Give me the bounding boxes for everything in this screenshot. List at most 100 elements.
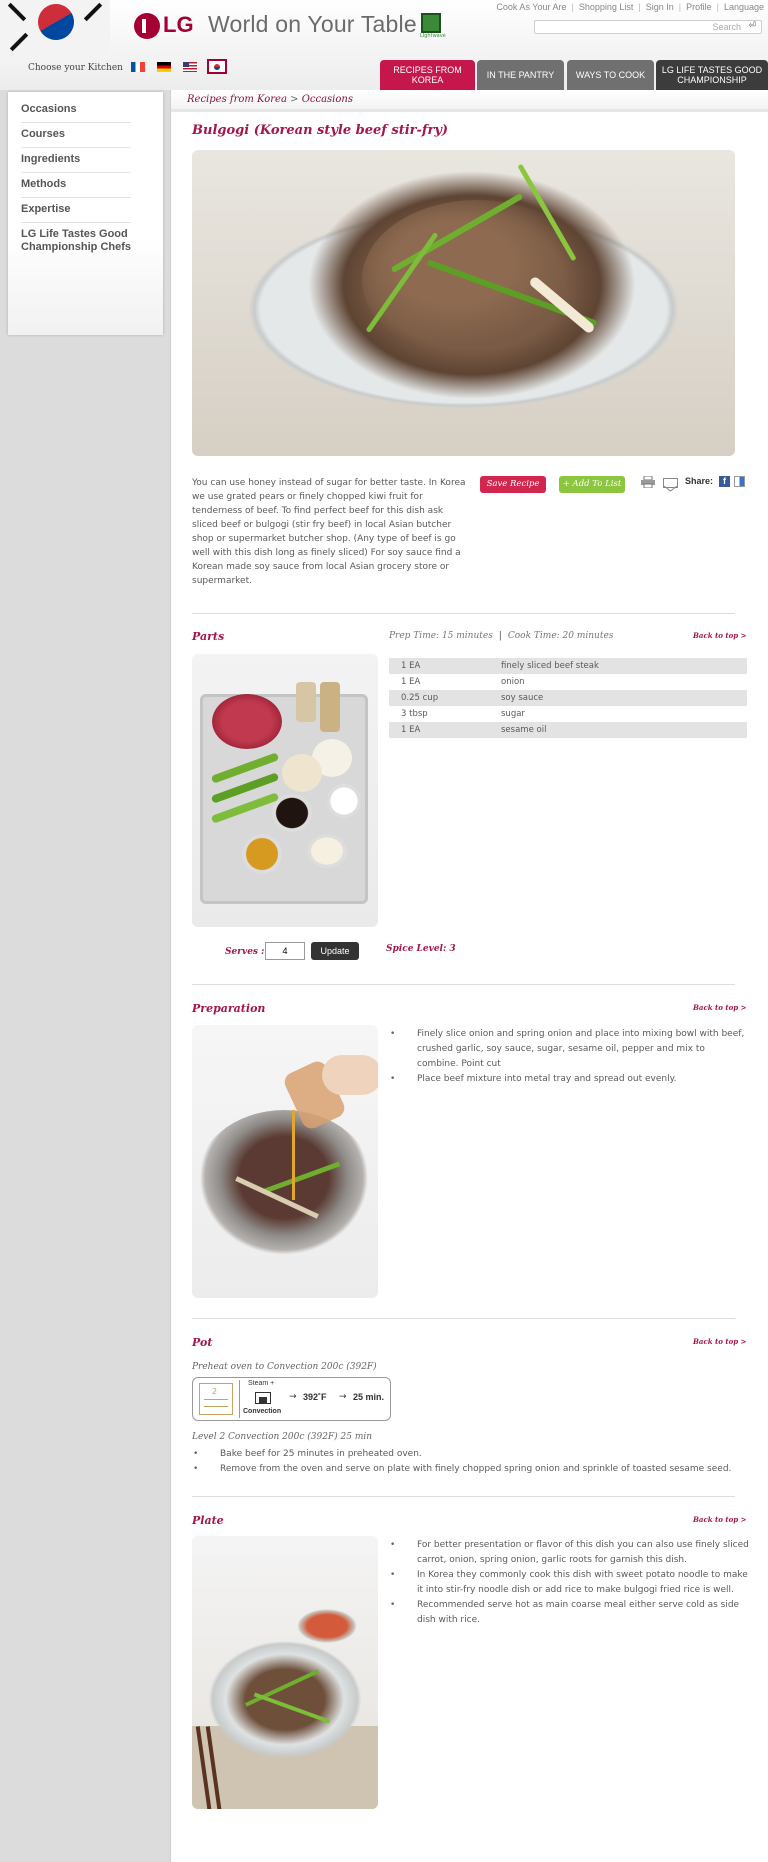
recipe-hero-image — [192, 150, 735, 456]
section-divider — [192, 613, 735, 614]
ingredient-amount: 1 EA — [389, 658, 489, 674]
oven-mode-steam: Steam + — [248, 1380, 275, 1387]
ingredient-amount: 3 tbsp — [401, 709, 428, 719]
lg-logo-icon[interactable] — [134, 13, 160, 39]
ingredient-row: 1 EA sesame oil — [389, 722, 747, 738]
ingredient-amount: 1 EA — [401, 677, 421, 687]
pot-title: Pot — [192, 1336, 213, 1349]
save-recipe-button[interactable]: Save Recipe — [480, 476, 546, 493]
link-separator: | — [571, 2, 574, 12]
update-button[interactable]: Update — [311, 942, 359, 960]
back-to-top-link[interactable]: Back to top > — [693, 1515, 746, 1524]
convection-icon — [255, 1392, 271, 1404]
facebook-icon[interactable]: f — [719, 476, 730, 487]
link-separator: | — [638, 2, 641, 12]
link-separator: | — [678, 2, 682, 12]
serves-input[interactable] — [265, 942, 305, 960]
breadcrumb: Recipes from Korea > Occasions — [187, 94, 353, 105]
tab-recipes-from-korea[interactable]: RECIPES FROM KOREA — [380, 60, 475, 90]
time-separator: | — [498, 631, 502, 641]
back-to-top-link[interactable]: Back to top > — [693, 631, 746, 640]
cook-time: Cook Time: 20 minutes — [507, 631, 614, 641]
recipe-title: Bulgogi (Korean style beef stir-fry) — [192, 123, 449, 138]
main-content: Recipes from Korea > Occasions Bulgogi (… — [170, 90, 768, 1862]
back-to-top-link[interactable]: Back to top > — [693, 1003, 746, 1012]
usa-flag-icon[interactable] — [183, 62, 197, 72]
arrow-right-icon: → — [339, 1392, 347, 1402]
oven-time: 25 min. — [353, 1392, 385, 1402]
serves-label: Serves : — [225, 947, 265, 957]
breadcrumb-separator: > — [290, 94, 299, 105]
arrow-right-icon: → — [289, 1392, 297, 1402]
ingredient-amount: 0.25 cup — [389, 690, 489, 706]
ingredient-row: 0.25 cup soy sauce — [389, 690, 747, 706]
sidebar-item-occasions[interactable]: Occasions — [21, 98, 131, 123]
top-link-sign-in[interactable]: Sign In — [646, 2, 674, 12]
top-link-profile[interactable]: Profile — [686, 2, 712, 12]
germany-flag-icon[interactable] — [157, 62, 171, 72]
site-header: LG World on Your Table LIghtwave Cook As… — [0, 0, 768, 90]
list-item: Finely slice onion and spring onion and … — [389, 1027, 749, 1072]
ingredient-name: sugar — [501, 709, 525, 719]
prep-time: Prep Time: 15 minutes — [389, 631, 493, 641]
oven-temperature: 392˚F — [303, 1392, 327, 1402]
korea-flag-image — [0, 0, 110, 62]
email-icon[interactable] — [663, 478, 678, 492]
lightwave-caption: LIghtwave — [420, 33, 446, 39]
site-title[interactable]: World on Your Table — [208, 11, 417, 38]
lightwave-badge-icon — [421, 13, 441, 33]
search-input[interactable]: Search ⏎ — [534, 20, 762, 34]
ingredient-name: soy sauce — [489, 690, 747, 706]
tab-ways-to-cook[interactable]: WAYS TO COOK — [567, 60, 654, 90]
preparation-steps: Finely slice onion and spring onion and … — [389, 1027, 749, 1087]
preparation-title: Preparation — [192, 1002, 266, 1015]
oven-level-note: Level 2 Convection 200c (392F) 25 min — [192, 1432, 373, 1442]
print-icon[interactable] — [641, 476, 655, 488]
tab-in-the-pantry[interactable]: IN THE PANTRY — [477, 60, 564, 90]
breadcrumb-root[interactable]: Recipes from Korea — [187, 94, 287, 105]
sidebar-item-expertise[interactable]: Expertise — [21, 198, 131, 223]
choose-kitchen-label: Choose your Kitchen — [28, 63, 123, 73]
link-separator: | — [716, 2, 719, 12]
pot-steps: Bake beef for 25 minutes in preheated ov… — [192, 1447, 752, 1477]
section-divider — [192, 984, 735, 985]
sidebar-item-courses[interactable]: Courses — [21, 123, 131, 148]
breadcrumb-bar: Recipes from Korea > Occasions — [171, 90, 768, 112]
sidebar-item-methods[interactable]: Methods — [21, 173, 131, 198]
sidebar-item-ingredients[interactable]: Ingredients — [21, 148, 131, 173]
ingredient-row: 1 EA finely sliced beef steak — [389, 658, 747, 674]
back-to-top-link[interactable]: Back to top > — [693, 1337, 746, 1346]
korea-flag-icon[interactable] — [207, 59, 227, 74]
ingredient-amount: 1 EA — [389, 722, 489, 738]
section-divider — [192, 1318, 735, 1319]
lg-logo-text[interactable]: LG — [163, 12, 194, 38]
section-divider — [192, 1496, 735, 1497]
list-item: Recommended serve hot as main coarse mea… — [389, 1598, 749, 1628]
oven-level-value: 2 — [212, 1387, 218, 1396]
ingredient-name: onion — [501, 677, 525, 687]
oven-settings-panel: 2 Steam + Convection → 392˚F → 25 min. — [192, 1377, 391, 1421]
sidebar-item-championship-chefs[interactable]: LG Life Tastes Good Championship Chefs — [21, 223, 131, 260]
oven-level-icon: 2 — [199, 1383, 233, 1415]
delicious-icon[interactable] — [734, 476, 745, 487]
ingredients-table: 1 EA finely sliced beef steak 1 EA onion… — [389, 658, 747, 738]
top-link-language[interactable]: Language — [724, 2, 764, 12]
oven-divider — [239, 1380, 240, 1418]
breadcrumb-current[interactable]: Occasions — [302, 94, 353, 105]
enter-icon[interactable]: ⏎ — [748, 21, 756, 31]
left-background — [0, 90, 170, 1862]
tab-lg-championship[interactable]: LG LIFE TASTES GOOD CHAMPIONSHIP — [656, 60, 768, 90]
plate-tips: For better presentation or flavor of thi… — [389, 1538, 749, 1628]
share-label: Share: — [685, 476, 714, 486]
search-placeholder: Search — [712, 22, 741, 32]
france-flag-icon[interactable] — [131, 62, 145, 72]
add-to-list-button[interactable]: + Add To List — [559, 476, 625, 493]
list-item: In Korea they commonly cook this dish wi… — [389, 1568, 749, 1598]
top-link-shopping-list[interactable]: Shopping List — [579, 2, 634, 12]
list-item: Bake beef for 25 minutes in preheated ov… — [192, 1447, 752, 1462]
ingredient-row: 1 EA onion — [389, 674, 747, 690]
ingredient-row: 3 tbsp sugar — [389, 706, 747, 722]
sidebar: Occasions Courses Ingredients Methods Ex… — [8, 92, 163, 335]
plated-dish-image — [192, 1536, 378, 1809]
top-link-cook-as-you-are[interactable]: Cook As Your Are — [496, 2, 566, 12]
